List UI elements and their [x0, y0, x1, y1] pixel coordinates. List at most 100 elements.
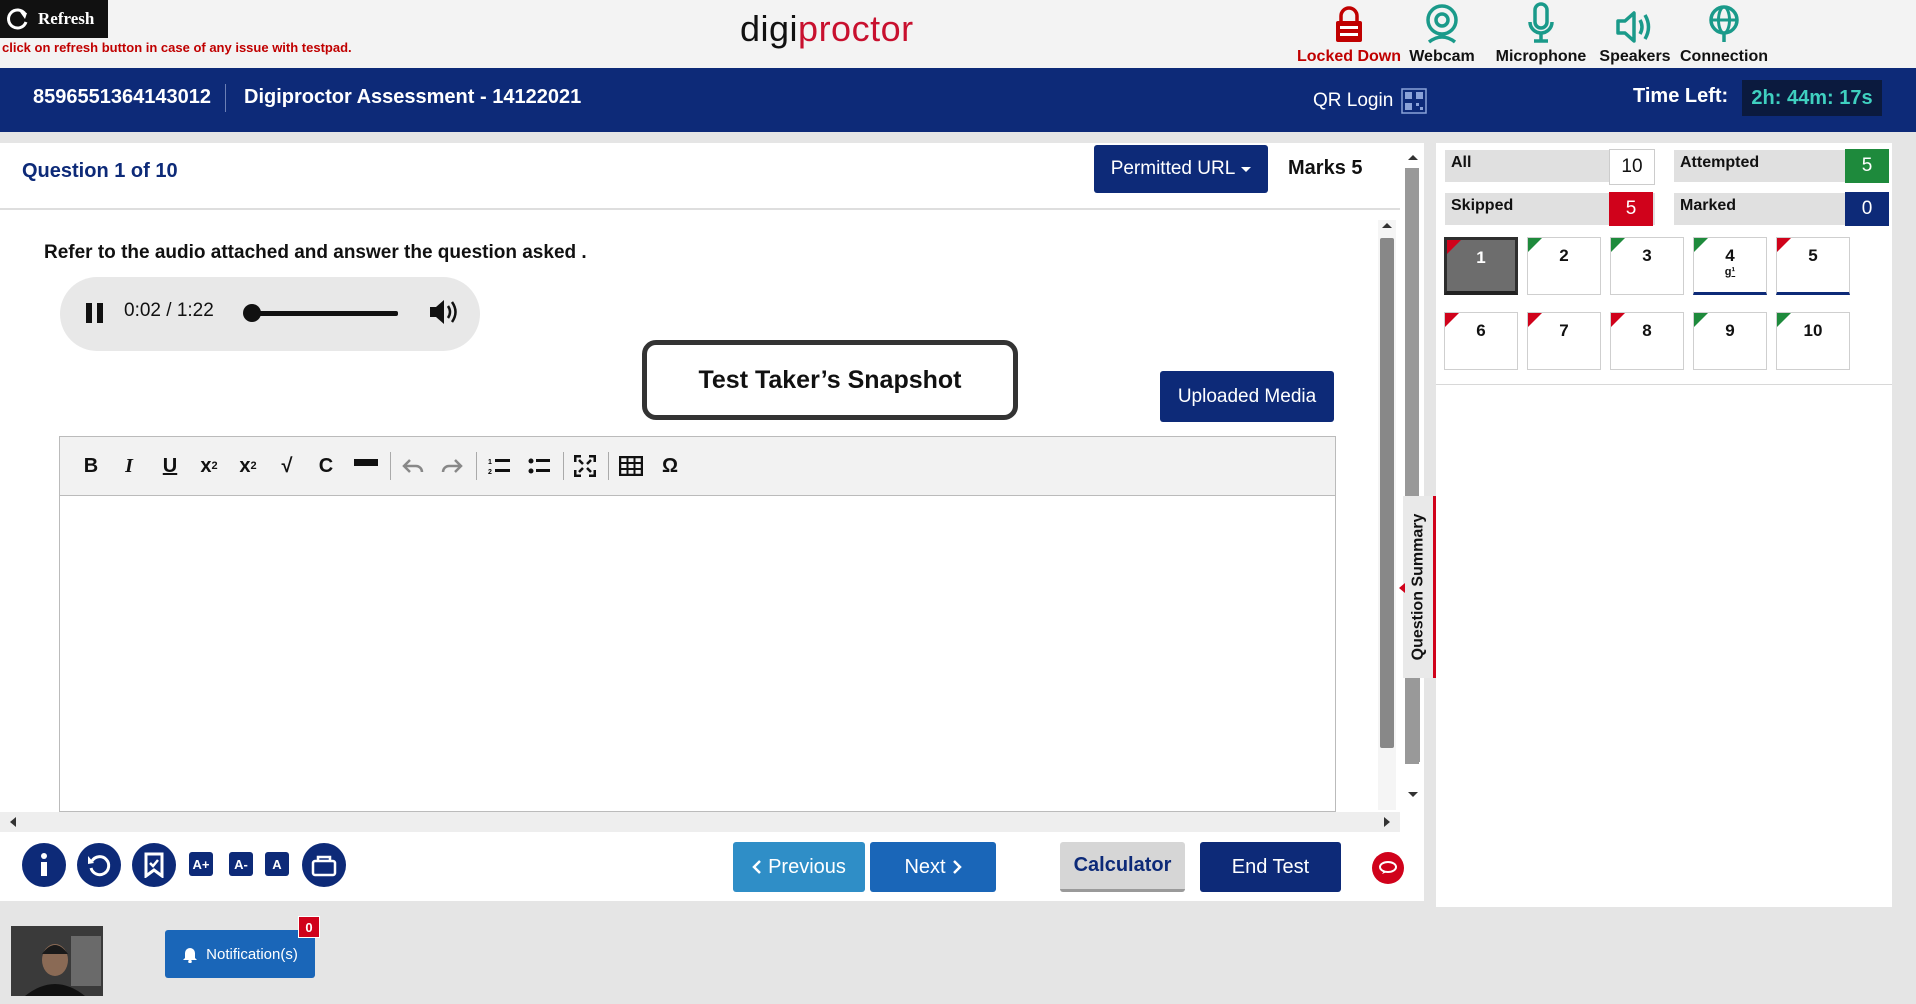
- volume-icon[interactable]: [428, 297, 460, 327]
- horizontal-rule-icon[interactable]: [353, 452, 379, 480]
- bullet-list-icon[interactable]: [526, 452, 552, 480]
- attempted-flag-icon: [1528, 238, 1542, 252]
- answer-text-area[interactable]: [60, 496, 1335, 810]
- status-locked-down: Locked Down: [1297, 0, 1401, 68]
- time-left-value: 2h: 44m: 17s: [1742, 80, 1882, 116]
- attempted-flag-icon: [1611, 238, 1625, 252]
- scroll-up-arrow-icon[interactable]: [1380, 220, 1394, 230]
- font-decrease-button[interactable]: A-: [229, 852, 253, 876]
- audio-seek-handle[interactable]: [243, 304, 261, 322]
- superscript-icon[interactable]: x2: [235, 452, 261, 480]
- square-root-icon[interactable]: √: [274, 452, 300, 480]
- question-box-number: 2: [1559, 246, 1569, 265]
- status-connection: Connection: [1672, 0, 1776, 68]
- next-button[interactable]: Next: [870, 842, 996, 892]
- skipped-count[interactable]: 5: [1609, 192, 1653, 226]
- subscript-icon[interactable]: x2: [196, 452, 222, 480]
- attempted-count-label: Attempted: [1674, 150, 1870, 182]
- question-box-10[interactable]: 10: [1776, 312, 1850, 370]
- screen-switch-button[interactable]: [302, 843, 346, 887]
- collapse-arrow-icon[interactable]: [1398, 582, 1406, 594]
- chat-icon: [1379, 861, 1397, 875]
- question-box-9[interactable]: 9: [1693, 312, 1767, 370]
- numbered-list-icon[interactable]: 12: [486, 452, 512, 480]
- speaker-icon: [1615, 0, 1655, 44]
- redo-icon[interactable]: [439, 452, 465, 480]
- marked-count[interactable]: 0: [1845, 192, 1889, 226]
- scroll-left-arrow-icon[interactable]: [8, 816, 18, 828]
- calculator-button[interactable]: Calculator: [1060, 842, 1185, 892]
- attempted-flag-icon: [1694, 313, 1708, 327]
- bookmark-icon: [143, 852, 165, 878]
- webcam-preview: [11, 926, 103, 996]
- qr-code-icon: [1401, 88, 1428, 114]
- toolbar-separator: [476, 452, 477, 480]
- scroll-right-arrow-icon[interactable]: [1382, 816, 1392, 828]
- chat-button[interactable]: [1372, 852, 1404, 884]
- attempted-flag-icon: [1694, 238, 1708, 252]
- font-reset-button[interactable]: A: [265, 852, 289, 876]
- summary-divider: [1436, 384, 1892, 385]
- question-box-number: 10: [1803, 321, 1823, 340]
- question-summary-tab-label: Question Summary: [1409, 513, 1427, 661]
- question-box-7[interactable]: 7: [1527, 312, 1601, 370]
- info-button[interactable]: [22, 843, 66, 887]
- undo-icon[interactable]: [400, 452, 426, 480]
- question-box-3[interactable]: 3: [1610, 237, 1684, 295]
- refresh-hint: click on refresh button in case of any i…: [2, 40, 352, 55]
- screen-switch-icon: [310, 853, 338, 877]
- special-char-c-icon[interactable]: C: [313, 452, 339, 480]
- italic-icon[interactable]: I: [116, 452, 142, 480]
- attempted-count[interactable]: 5: [1845, 149, 1889, 183]
- marks-label: Marks 5: [1288, 157, 1363, 179]
- bell-icon: [182, 945, 198, 963]
- toolbar-separator: [563, 452, 564, 480]
- question-box-number: 5: [1808, 246, 1818, 265]
- horizontal-scrollbar[interactable]: [0, 812, 1400, 832]
- inner-scrollbar-thumb[interactable]: [1380, 238, 1394, 748]
- bold-icon[interactable]: B: [78, 452, 104, 480]
- uploaded-media-button[interactable]: Uploaded Media: [1160, 371, 1334, 422]
- question-box-note: g¹: [1724, 266, 1736, 278]
- permitted-url-dropdown[interactable]: Permitted URL: [1094, 145, 1268, 193]
- svg-text:2: 2: [488, 469, 492, 475]
- underline-icon[interactable]: U: [157, 452, 183, 480]
- question-box-number: 9: [1725, 321, 1735, 340]
- brand-logo: digiproctor: [740, 8, 914, 49]
- fullscreen-icon[interactable]: [572, 452, 598, 480]
- notifications-button[interactable]: Notification(s): [165, 930, 315, 978]
- previous-label: Previous: [768, 855, 846, 878]
- outer-scroll-down-arrow-icon[interactable]: [1406, 790, 1420, 800]
- candidate-id: 8596551364143012: [33, 86, 211, 108]
- question-divider: [0, 208, 1400, 210]
- info-icon: [34, 852, 54, 878]
- question-box-4[interactable]: 4 g¹: [1693, 237, 1767, 295]
- omega-special-char-icon[interactable]: Ω: [657, 452, 683, 480]
- reset-button[interactable]: [77, 843, 121, 887]
- question-box-number: 7: [1559, 321, 1569, 340]
- question-box-2[interactable]: 2: [1527, 237, 1601, 295]
- all-count[interactable]: 10: [1609, 149, 1655, 185]
- svg-text:1: 1: [488, 459, 492, 466]
- qr-login-button[interactable]: QR Login: [1313, 88, 1428, 114]
- toolbar-separator: [390, 452, 391, 480]
- refresh-button[interactable]: Refresh: [0, 0, 108, 38]
- question-box-5[interactable]: 5: [1776, 237, 1850, 295]
- audio-seek-bar[interactable]: [246, 311, 398, 316]
- skipped-flag-icon: [1777, 238, 1791, 252]
- table-icon[interactable]: [618, 452, 644, 480]
- pause-icon[interactable]: [84, 300, 106, 326]
- marked-count-label: Marked: [1674, 193, 1870, 225]
- outer-scrollbar-thumb-lower[interactable]: [1406, 676, 1420, 762]
- notifications-label: Notification(s): [206, 945, 298, 963]
- end-test-button[interactable]: End Test: [1200, 842, 1341, 892]
- previous-button[interactable]: Previous: [733, 842, 865, 892]
- font-increase-button[interactable]: A+: [189, 852, 213, 876]
- outer-scroll-up-arrow-icon[interactable]: [1406, 152, 1420, 162]
- question-box-6[interactable]: 6: [1444, 312, 1518, 370]
- question-box-1[interactable]: 1: [1444, 237, 1518, 295]
- bookmark-button[interactable]: [132, 843, 176, 887]
- toolbar-separator: [608, 452, 609, 480]
- test-taker-snapshot-overlay: Test Taker’s Snapshot: [642, 340, 1018, 420]
- question-box-8[interactable]: 8: [1610, 312, 1684, 370]
